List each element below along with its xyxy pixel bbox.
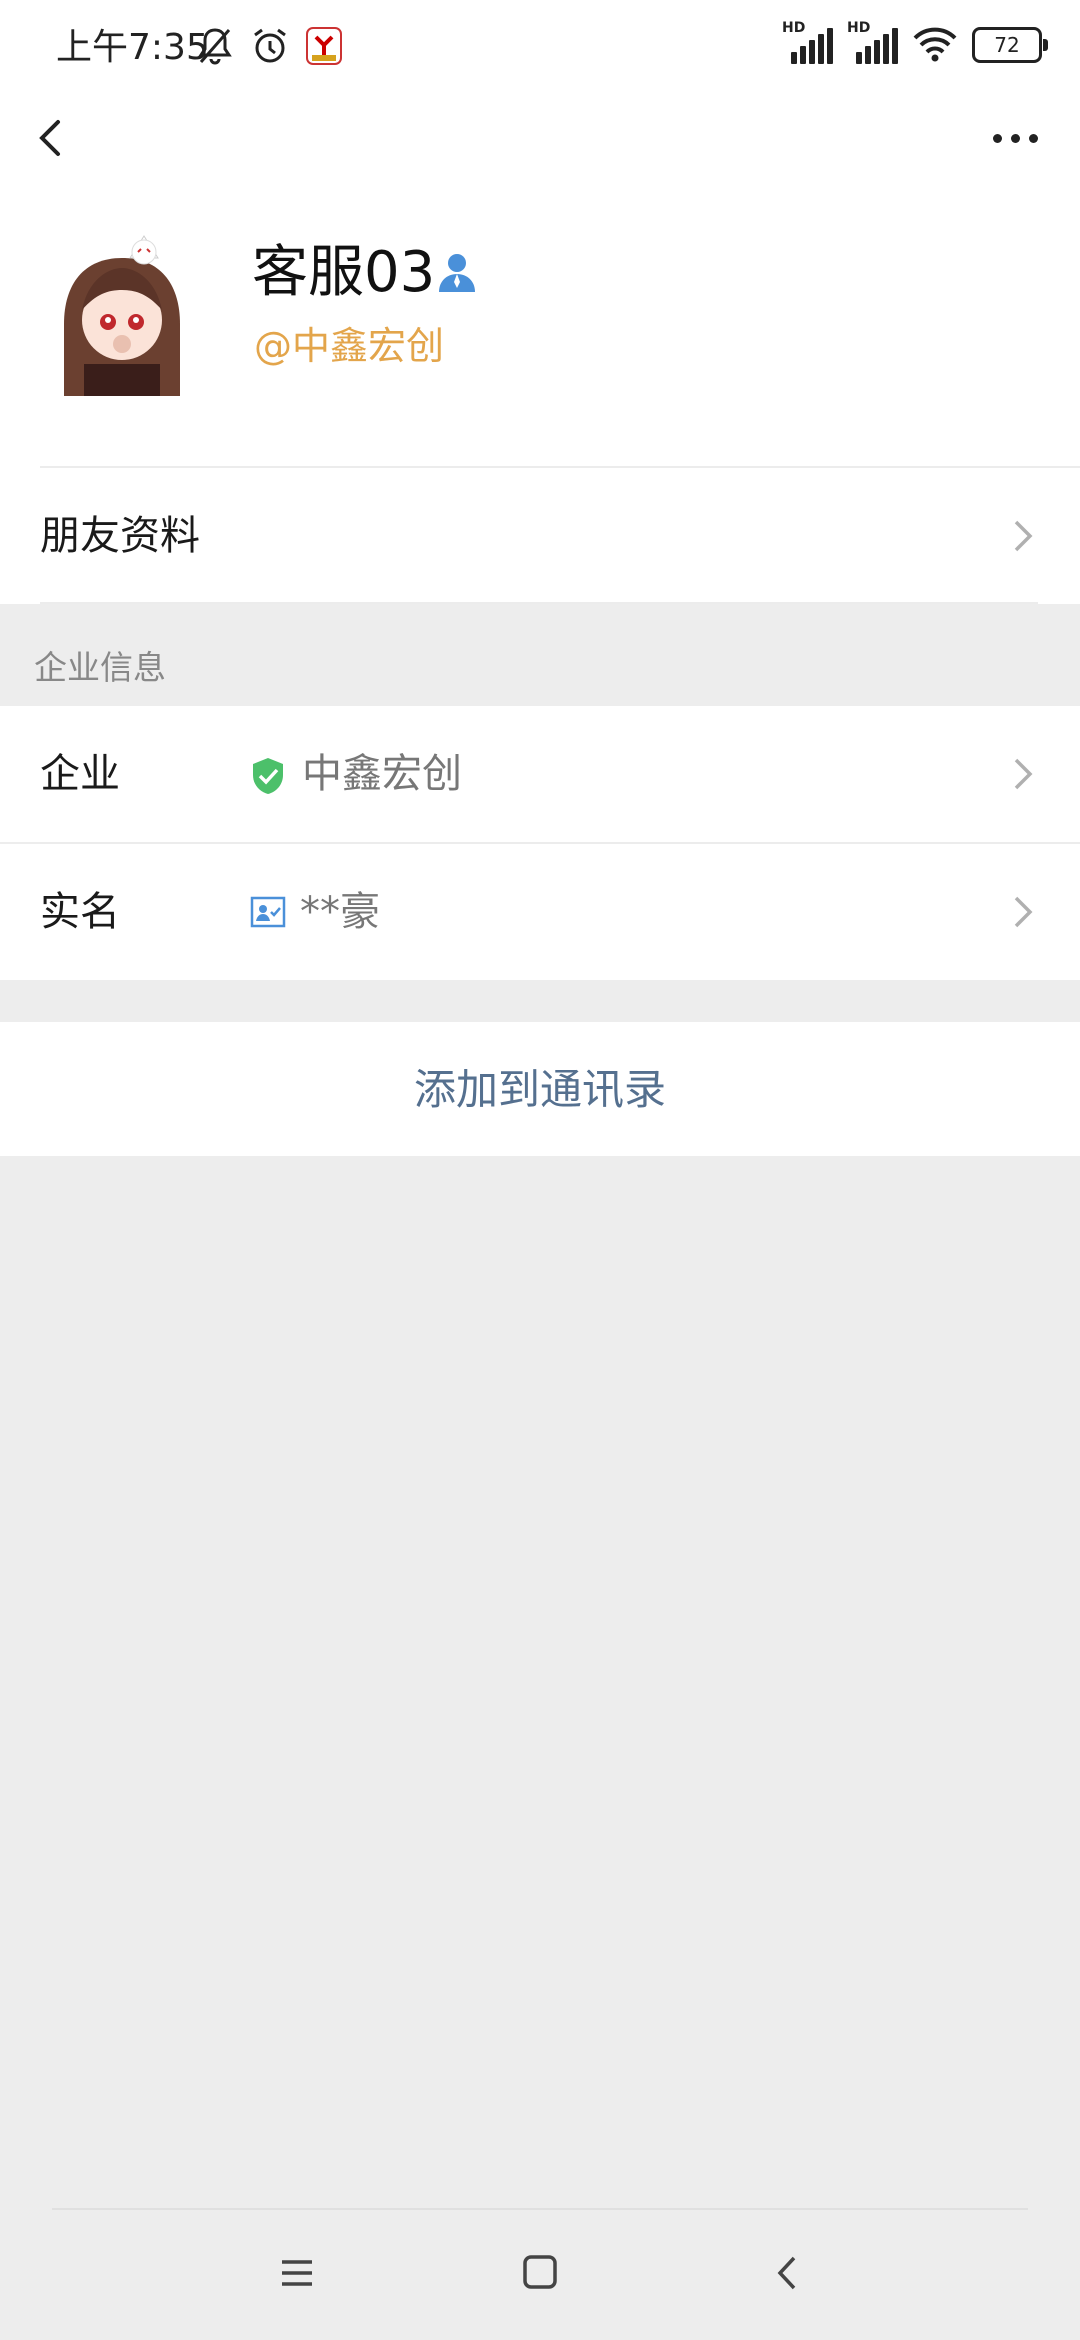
nav-divider xyxy=(52,2208,1028,2210)
id-card-icon xyxy=(250,896,286,928)
alarm-icon xyxy=(254,28,286,63)
status-right-icons: HD HD 72 xyxy=(782,20,1048,64)
realname-value: **豪 xyxy=(300,889,380,935)
signal-2-icon: HD xyxy=(847,20,898,64)
hd-label-2: HD xyxy=(847,20,871,36)
friend-profile-label: 朋友资料 xyxy=(40,513,200,559)
row-divider xyxy=(40,602,1038,604)
profile-name: 客服03 xyxy=(252,240,436,305)
battery-icon: 72 xyxy=(972,27,1048,63)
mute-bell-icon xyxy=(198,28,232,65)
enterprise-label: 企业 xyxy=(40,751,120,797)
signal-1-icon: HD xyxy=(782,20,833,64)
realname-label: 实名 xyxy=(40,889,120,935)
verified-shield-icon xyxy=(253,758,283,794)
more-icon[interactable] xyxy=(980,108,1050,168)
realname-row[interactable]: 实名 **豪 xyxy=(0,844,1080,980)
wifi-icon xyxy=(913,27,957,62)
enterprise-row[interactable]: 企业 中鑫宏创 xyxy=(0,706,1080,844)
chevron-right-icon xyxy=(1014,758,1033,790)
menu-icon[interactable] xyxy=(280,2256,314,2290)
hd-label-1: HD xyxy=(782,20,806,36)
friend-profile-row[interactable]: 朋友资料 xyxy=(0,468,1080,604)
contact-person-icon xyxy=(439,254,475,292)
section-title-enterprise: 企业信息 xyxy=(34,648,166,687)
home-icon[interactable] xyxy=(522,2254,558,2290)
chevron-right-icon xyxy=(1014,520,1033,552)
nav-back-icon[interactable] xyxy=(774,2254,800,2292)
status-left-icons xyxy=(196,26,342,66)
avatar[interactable] xyxy=(44,224,200,396)
corp-tag[interactable]: @中鑫宏创 xyxy=(254,320,444,372)
app-notification-icon xyxy=(306,27,342,65)
status-bar: 上午7:35 HD HD 72 xyxy=(0,0,1080,96)
back-icon[interactable] xyxy=(28,108,88,168)
add-contact-row[interactable]: 添加到通讯录 xyxy=(0,1022,1080,1156)
enterprise-value: 中鑫宏创 xyxy=(302,751,462,797)
chevron-right-icon xyxy=(1014,896,1033,928)
add-contact-button[interactable]: 添加到通讯录 xyxy=(0,1064,1080,1116)
status-time: 上午7:35 xyxy=(56,27,209,68)
